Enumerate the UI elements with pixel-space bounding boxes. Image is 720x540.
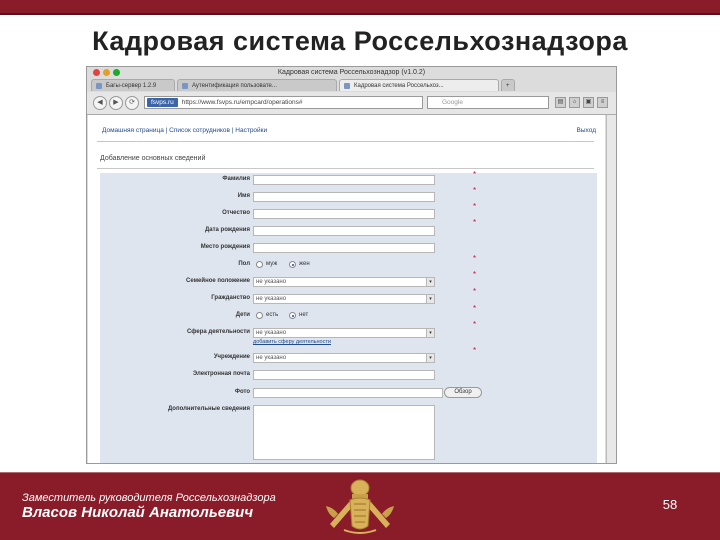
gender-male-radio[interactable] (256, 261, 263, 268)
tab-hr-system[interactable]: Кадровая система Россельхоз... (339, 79, 499, 91)
required-mark: * (473, 304, 477, 313)
patronymic-label: Отчество (222, 210, 250, 216)
dropdown-arrow-icon: ▾ (426, 295, 434, 303)
dropdown-arrow-icon: ▾ (426, 354, 434, 362)
additional-label: Дополнительные сведения (167, 406, 250, 412)
favicon-icon (182, 83, 188, 89)
menu-home-link[interactable]: Домашняя страница (102, 127, 164, 134)
menu-icon[interactable]: ≡ (597, 97, 608, 108)
divider (97, 168, 594, 169)
gender-male-text: муж (266, 261, 278, 267)
footer-name: Власов Николай Анатольевич (22, 504, 254, 521)
menu-staff-link[interactable]: Список сотрудников (169, 127, 230, 134)
favicon-icon (344, 83, 350, 89)
surname-input[interactable] (253, 175, 435, 185)
gender-label: Пол (238, 261, 250, 267)
activity-value: не указано (256, 330, 287, 336)
dropdown-arrow-icon: ▾ (426, 278, 434, 286)
required-mark: * (473, 218, 477, 227)
menu-separator: | (165, 127, 168, 134)
address-bar[interactable]: fsvps.ru https://www.fsvps.ru/empcard/ope… (144, 96, 423, 109)
bookmarks-icon[interactable]: ▤ (555, 97, 566, 108)
tab-label: Кадровая система Россельхоз... (354, 83, 444, 89)
search-field[interactable]: Google (427, 96, 549, 109)
activity-label: Сфера деятельности (186, 329, 250, 335)
gender-female-radio[interactable] (289, 261, 296, 268)
photo-file-input[interactable] (253, 388, 443, 398)
divider (97, 141, 594, 142)
agency-emblem-icon (326, 479, 394, 534)
children-label: Дети (235, 312, 250, 318)
patronymic-input[interactable] (253, 209, 435, 219)
birth-place-label: Место рождения (200, 244, 250, 250)
marital-label: Семейное положение (186, 278, 250, 284)
institution-select[interactable]: не указано ▾ (253, 353, 435, 363)
email-label: Электронная почта (192, 371, 250, 377)
dropdown-arrow-icon: ▾ (426, 329, 434, 337)
browser-window: Кадровая система Россельхознадзор (v1.0.… (86, 66, 617, 464)
site-identity-badge[interactable]: fsvps.ru (147, 98, 178, 107)
favicon-icon (96, 83, 102, 89)
back-arrow-icon[interactable]: ◀ (93, 96, 107, 110)
logout-link[interactable]: Выход (577, 127, 596, 134)
name-input[interactable] (253, 192, 435, 202)
home-icon[interactable]: ⌂ (569, 97, 580, 108)
required-mark: * (473, 170, 477, 179)
required-mark: * (473, 202, 477, 211)
menu-settings-link[interactable]: Настройки (235, 127, 267, 134)
navigation-toolbar: ◀ ▶ ⟳ fsvps.ru https://www.fsvps.ru/empca… (87, 92, 616, 115)
required-mark: * (473, 287, 477, 296)
forward-arrow-icon[interactable]: ▶ (109, 96, 123, 110)
tab-bug-server[interactable]: Багы-сервер 1.2.9 (91, 79, 175, 91)
tab-auth[interactable]: Аутентификация пользовате... (177, 79, 337, 91)
new-tab-button[interactable]: + (501, 79, 515, 91)
required-mark: * (473, 320, 477, 329)
add-activity-link[interactable]: добавить сферу деятельности (253, 339, 331, 345)
screen-icon[interactable]: ▣ (583, 97, 594, 108)
url-text: https://www.fsvps.ru/empcard/operations# (181, 99, 303, 106)
required-mark: * (473, 254, 477, 263)
children-yes-text: есть (266, 312, 279, 318)
reload-icon[interactable]: ⟳ (125, 96, 139, 110)
gender-female-text: жен (299, 261, 310, 267)
marital-value: не указано (256, 279, 287, 285)
activity-select[interactable]: не указано ▾ (253, 328, 435, 338)
tab-strip: Багы-сервер 1.2.9 Аутентификация пользов… (91, 79, 612, 91)
citizenship-select[interactable]: не указано ▾ (253, 294, 435, 304)
page-viewport: Домашняя страница | Список сотрудников |… (88, 115, 605, 463)
marital-select[interactable]: не указано ▾ (253, 277, 435, 287)
institution-label: Учреждение (213, 354, 250, 360)
employee-form: Фамилия * Имя * Отчество * Дата рождения… (100, 170, 597, 463)
email-input[interactable] (253, 370, 435, 380)
slide-title: Кадровая система Россельхознадзора (92, 26, 628, 56)
children-no-radio[interactable] (289, 312, 296, 319)
menu-separator: | (231, 127, 234, 134)
tab-label: Аутентификация пользовате... (192, 83, 277, 89)
required-mark: * (473, 186, 477, 195)
birth-place-input[interactable] (253, 243, 435, 253)
birth-date-label: Дата рождения (204, 227, 250, 233)
name-label: Имя (237, 193, 250, 199)
vertical-scrollbar[interactable] (606, 115, 616, 463)
surname-label: Фамилия (222, 176, 250, 182)
section-title: Добавление основных сведений (100, 155, 206, 162)
slide-top-rule (0, 13, 720, 15)
required-mark: * (473, 346, 477, 355)
children-yes-radio[interactable] (256, 312, 263, 319)
window-title: Кадровая система Россельхознадзор (v1.0.… (277, 69, 426, 76)
footer-role: Заместитель руководителя Россельхознадзо… (22, 492, 276, 504)
page-number: 58 (662, 497, 678, 512)
birth-date-input[interactable] (253, 226, 435, 236)
citizenship-label: Гражданство (211, 295, 250, 301)
tab-label: Багы-сервер 1.2.9 (106, 83, 157, 89)
citizenship-value: не указано (256, 296, 287, 302)
additional-textarea[interactable] (253, 405, 435, 460)
slide-top-bar (0, 0, 720, 13)
children-no-text: нет (299, 312, 309, 318)
browse-button[interactable]: Обзор (444, 387, 482, 398)
photo-label: Фото (234, 389, 250, 395)
institution-value: не указано (256, 355, 287, 361)
required-mark: * (473, 270, 477, 279)
top-menu: Домашняя страница | Список сотрудников |… (102, 127, 267, 134)
